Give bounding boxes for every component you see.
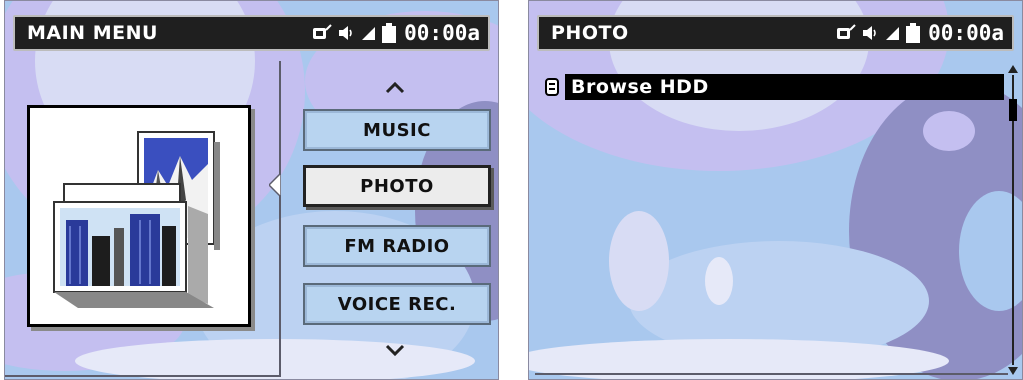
menu-item-music[interactable]: MUSIC xyxy=(303,109,491,151)
volume-icon xyxy=(339,26,352,40)
background-wallpaper xyxy=(529,1,1022,379)
menu-item-fm-radio[interactable]: FM RADIO xyxy=(303,225,491,267)
title-bar: PHOTO 00:00a xyxy=(537,15,1014,51)
divider xyxy=(535,373,1008,375)
page-title: MAIN MENU xyxy=(27,22,158,44)
scroll-down-arrow-icon xyxy=(1008,367,1018,375)
status-icons: 00:00a xyxy=(312,21,488,45)
battery-icon xyxy=(906,23,921,43)
scrollbar[interactable] xyxy=(1008,65,1018,375)
scroll-thumb[interactable] xyxy=(1009,99,1017,121)
main-menu-screen: MAIN MENU 00:00a MUSIC PHOTO FM RADIO VO… xyxy=(4,0,499,380)
preview-card xyxy=(27,105,251,327)
scroll-down-arrow[interactable] xyxy=(375,339,415,364)
menu-item-voice-rec[interactable]: VOICE REC. xyxy=(303,283,491,325)
clock: 00:00a xyxy=(404,21,480,45)
signal-icon xyxy=(362,27,376,40)
title-bar: MAIN MENU 00:00a xyxy=(13,15,490,51)
usb-connection-icon xyxy=(837,24,856,39)
list-item-label: Browse HDD xyxy=(565,74,1004,100)
chevron-up-icon xyxy=(385,81,405,94)
chevron-down-icon xyxy=(385,344,405,357)
page-title: PHOTO xyxy=(551,22,629,44)
volume-icon xyxy=(863,26,876,40)
list-item-browse-hdd[interactable]: Browse HDD xyxy=(545,74,1004,100)
menu-item-photo[interactable]: PHOTO xyxy=(303,165,491,207)
clock: 00:00a xyxy=(928,21,1004,45)
photo-screen: PHOTO 00:00a Browse HDD xyxy=(528,0,1023,380)
scroll-up-arrow-icon xyxy=(1008,65,1018,73)
status-icons: 00:00a xyxy=(836,21,1012,45)
scroll-up-arrow[interactable] xyxy=(375,75,415,100)
signal-icon xyxy=(886,27,900,40)
hdd-icon xyxy=(545,78,559,96)
battery-icon xyxy=(382,23,397,43)
usb-connection-icon xyxy=(313,24,332,39)
photo-stack-icon xyxy=(53,131,220,308)
selection-pointer-icon xyxy=(269,173,281,197)
